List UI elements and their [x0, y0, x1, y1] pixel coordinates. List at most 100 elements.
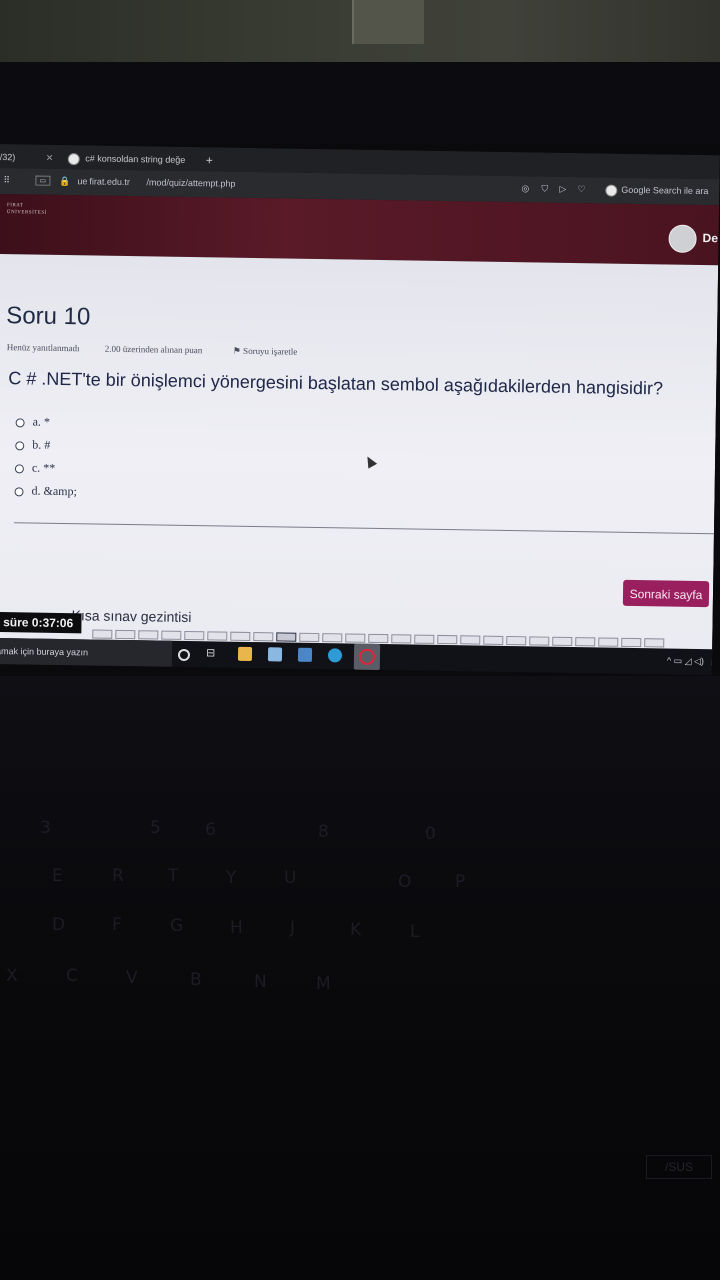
- quiz-navigation-title: Kısa sınav gezintisi: [71, 607, 192, 626]
- quiz-nav-box[interactable]: [161, 630, 182, 640]
- flag-question-link[interactable]: ⚑ Soruyu işaretle: [233, 346, 298, 358]
- quiz-nav-box[interactable]: [621, 637, 642, 648]
- keyboard-key: K: [350, 920, 362, 940]
- keyboard-key: F: [112, 915, 122, 935]
- mail-icon[interactable]: [297, 647, 313, 662]
- send-icon[interactable]: ▷: [559, 184, 566, 195]
- keyboard-key: Y: [226, 868, 237, 888]
- quiz-nav-box[interactable]: [414, 634, 435, 644]
- avatar[interactable]: [668, 224, 697, 253]
- quiz-nav-box[interactable]: [322, 633, 343, 643]
- cortana-icon[interactable]: [177, 648, 191, 662]
- user-name[interactable]: De: [702, 231, 718, 245]
- quiz-nav-box[interactable]: [230, 631, 251, 641]
- quiz-nav-box[interactable]: [391, 634, 412, 644]
- new-tab-button[interactable]: +: [206, 151, 213, 169]
- quiz-content: Soru 10 Henüz yanıtlanmadı 2.00 üzerinde…: [0, 253, 719, 666]
- taskbar-search-input[interactable]: amak için buraya yazın: [0, 637, 173, 667]
- browser-tab[interactable]: /32) ✕: [0, 148, 60, 167]
- radio-button[interactable]: [14, 464, 24, 474]
- answer-option-d[interactable]: d. &amp;: [14, 483, 77, 499]
- timer-label: n süre: [0, 615, 29, 630]
- quiz-nav-box[interactable]: [92, 629, 113, 639]
- tab-label: /32): [0, 151, 16, 163]
- quiz-nav-box[interactable]: [552, 636, 573, 647]
- mouse-cursor-icon: [363, 454, 378, 469]
- keyboard-key: U: [284, 868, 297, 888]
- keyboard-key: R: [112, 866, 124, 886]
- answer-label: d. &amp;: [31, 483, 77, 499]
- quiz-nav-box[interactable]: [598, 637, 619, 647]
- site-header: FIRAT ÜNİVERSİTESİ De: [0, 193, 720, 266]
- quiz-nav-box[interactable]: [345, 633, 366, 643]
- system-tray-icons[interactable]: ^ ▭ ◿ ◁): [667, 656, 704, 668]
- keyboard-key: G: [170, 916, 184, 936]
- laptop-bezel: [0, 62, 720, 144]
- quiz-nav-box[interactable]: [460, 635, 481, 645]
- flag-question-label: Soruyu işaretle: [243, 345, 298, 357]
- quiz-nav-box[interactable]: [437, 634, 458, 645]
- google-favicon-icon: [67, 152, 80, 165]
- university-logo[interactable]: FIRAT ÜNİVERSİTESİ: [7, 202, 47, 217]
- edge-icon[interactable]: [327, 648, 343, 663]
- timer-value: 0:37:06: [31, 615, 74, 631]
- quiz-nav-box[interactable]: [184, 630, 205, 641]
- keyboard-key: H: [230, 918, 243, 938]
- answer-option-c[interactable]: c. **: [14, 460, 56, 476]
- radio-button[interactable]: [15, 441, 25, 451]
- url-path: /mod/quiz/attempt.php: [146, 177, 236, 189]
- quiz-nav-box[interactable]: [276, 632, 297, 642]
- opera-icon-active[interactable]: [353, 643, 381, 671]
- keyboard-key: N: [254, 972, 267, 992]
- answer-label: b. #: [32, 437, 51, 452]
- browser-tab-active[interactable]: c# konsoldan string değe ✕: [67, 149, 198, 181]
- keyboard-key: 6: [205, 820, 216, 840]
- keyboard-key: V: [126, 968, 138, 988]
- quiz-nav-box[interactable]: [506, 636, 527, 646]
- keyboard-key: D: [52, 915, 66, 935]
- shield-icon[interactable]: ⛉: [541, 184, 548, 195]
- quiz-nav-box[interactable]: [483, 635, 504, 645]
- quiz-nav-box[interactable]: [115, 629, 136, 640]
- keyboard-key: T: [168, 866, 179, 886]
- quiz-nav-box[interactable]: [644, 638, 665, 648]
- quiz-nav-box[interactable]: [299, 632, 320, 643]
- keyboard-key: J: [290, 918, 296, 938]
- radio-button[interactable]: [15, 418, 25, 428]
- question-points: 2.00 üzerinden alınan puan: [104, 343, 203, 356]
- quiz-nav-box[interactable]: [529, 636, 550, 646]
- keyboard-key: 5: [150, 818, 161, 838]
- laptop-keyboard: [0, 676, 720, 1280]
- quiz-nav-box[interactable]: [138, 630, 159, 640]
- search-engine-label[interactable]: Google Search ile ara: [621, 185, 708, 196]
- task-view-icon[interactable]: ⊟: [206, 646, 220, 660]
- question-status: Henüz yanıtlanmadı: [6, 342, 80, 354]
- answer-label: a. *: [32, 414, 51, 429]
- keyboard-key: L: [410, 922, 420, 942]
- close-icon[interactable]: ✕: [46, 153, 54, 163]
- next-page-button[interactable]: Sonraki sayfa: [622, 579, 710, 608]
- keyboard-key: 3: [40, 818, 51, 838]
- answer-label: c. **: [31, 460, 56, 475]
- quiz-nav-box[interactable]: [368, 633, 389, 644]
- laptop-brand-logo: /SUS: [646, 1155, 712, 1179]
- camera-icon[interactable]: ◎: [521, 183, 529, 194]
- background-door: [352, 0, 424, 44]
- google-icon: [605, 184, 618, 197]
- heart-icon[interactable]: ♡: [577, 184, 585, 195]
- url-domain: firat.edu.tr: [89, 176, 131, 188]
- apps-icon[interactable]: ⠿: [3, 175, 10, 186]
- quiz-nav-box[interactable]: [575, 637, 596, 647]
- keyboard-key: O: [398, 872, 412, 892]
- answer-option-b[interactable]: b. #: [15, 437, 50, 453]
- lock-icon: 🔒: [59, 175, 71, 187]
- quiz-timer: n süre 0:37:06: [0, 611, 82, 634]
- quiz-nav-box[interactable]: [207, 631, 228, 641]
- answer-option-a[interactable]: a. *: [15, 414, 51, 430]
- file-explorer-icon[interactable]: [237, 646, 253, 662]
- store-icon[interactable]: [267, 647, 283, 662]
- quiz-nav-box[interactable]: [253, 632, 274, 642]
- radio-button[interactable]: [14, 487, 24, 497]
- flag-icon: ⚑: [232, 345, 241, 356]
- keyboard-key: M: [316, 974, 331, 994]
